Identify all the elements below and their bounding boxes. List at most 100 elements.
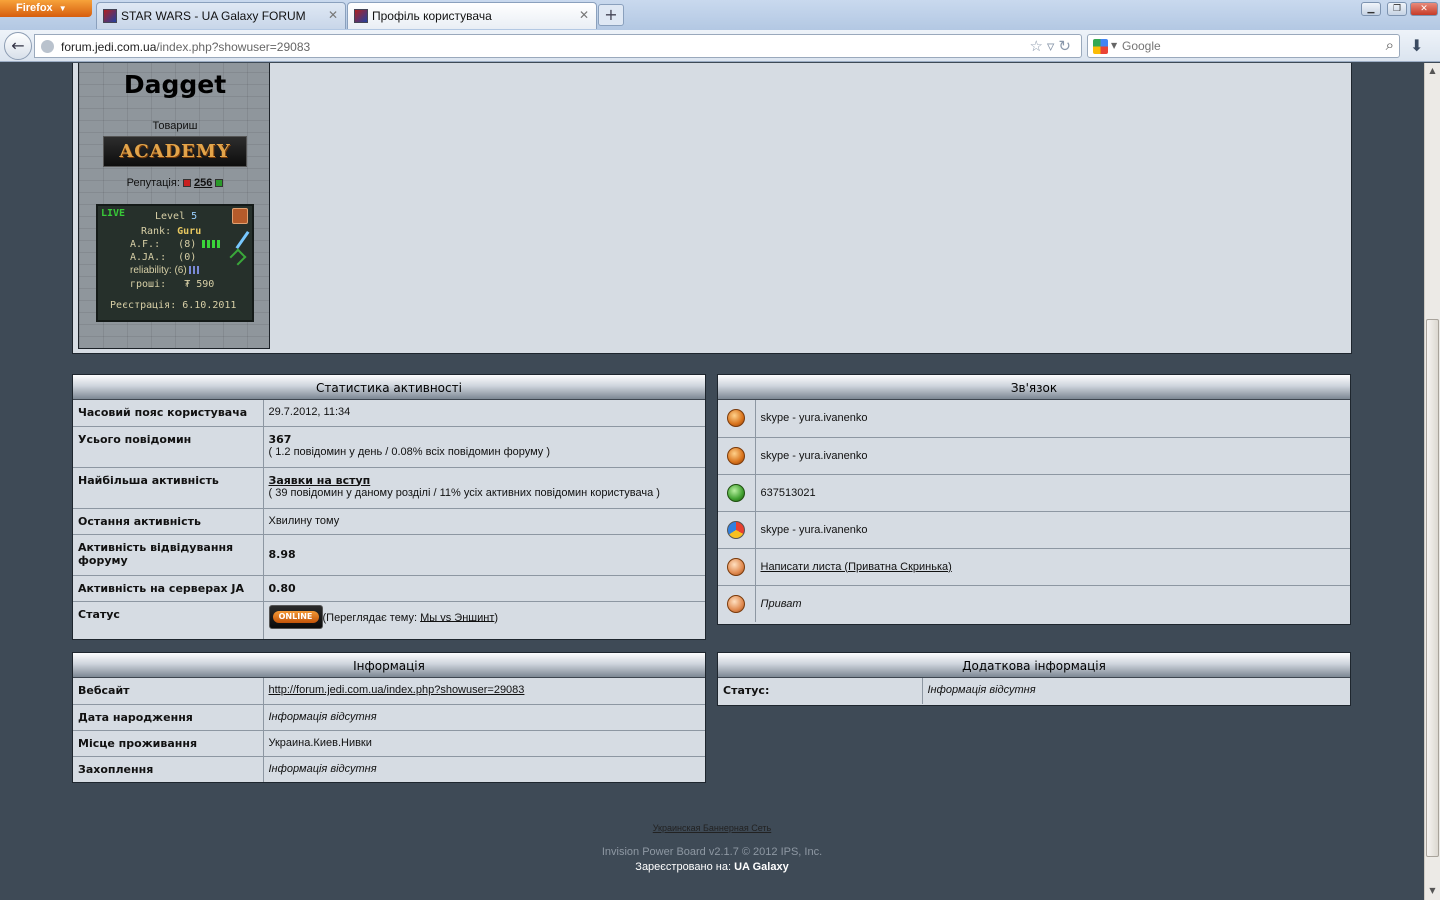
contact-aim-value: skype - yura.ivanenko [760,412,868,425]
posts-value: 367 [268,432,292,446]
chevron-down-icon[interactable]: ▼ [1111,41,1117,50]
information-title: Інформація [73,653,705,678]
tab-star-wars-forum[interactable]: STAR WARS - UA Galaxy FORUM ✕ [96,2,346,29]
reliability-row: reliability: (6) [130,265,288,276]
level-row: Level 5 [155,211,198,222]
af-bar [202,240,223,248]
birthday-value: Інформація відсутня [268,710,377,723]
activity-stats-table: Часовий пояс користувача 29.7.2012, 11:3… [73,400,705,639]
restore-button[interactable]: ❐ [1387,2,1407,16]
extra-info-title: Додаткова інформація [718,653,1350,678]
download-icon[interactable]: ⬇ [1410,36,1423,55]
status-suffix: ) [494,611,499,624]
timezone-label: Часовий пояс користувача [73,400,264,426]
table-row: Написати листа (Приватна Скринька) [718,547,1350,585]
extra-info-box: Додаткова інформація Статус: Інформація в… [717,652,1351,706]
firefox-menu-button[interactable]: Firefox ▼ [0,0,92,17]
visit-activity-value: 8.98 [263,533,705,575]
reputation: Репутація: 256 [79,177,271,189]
reputation-value[interactable]: 256 [194,177,212,189]
most-active-label: Найбільша активність [73,466,264,508]
mail-icon [727,557,746,576]
last-active-label: Остання активність [73,507,264,534]
search-input[interactable] [1122,38,1362,54]
close-tab-icon[interactable]: ✕ [328,8,338,22]
table-row: Активність на серверах JA 0.80 [73,574,705,601]
table-row: Приват [718,584,1350,622]
contact-box: Зв'язок skype - yura.ivanenko skype - yu… [717,374,1351,625]
visit-activity-label: Активність відвідування форуму [73,533,264,575]
scroll-down-icon[interactable]: ▼ [1425,883,1440,899]
table-row: Усього повідомин 367( 1.2 повідомин у де… [73,425,705,467]
hobby-value: Інформація відсутня [268,762,377,775]
viewing-topic-link[interactable]: Мы vs Эншинт [420,611,494,623]
extra-info-table: Статус: Інформація відсутня [718,678,1350,704]
reliability-bar [189,266,200,275]
website-link[interactable]: http://forum.jedi.com.ua/index.php?showu… [269,684,525,696]
extra-status-label: Статус: [718,678,923,704]
most-active-detail: ( 39 повідомин у даному розділі / 11% ус… [268,486,660,499]
most-active-forum-link[interactable]: Заявки на вступ [269,474,701,487]
reputation-plus-button[interactable] [215,179,224,188]
user-title: Товариш [152,120,198,132]
google-icon[interactable] [1093,39,1108,54]
table-row: skype - yura.ivanenko [718,436,1350,474]
search-bar[interactable]: ▼ ⌕ [1087,34,1400,58]
search-icon[interactable]: ⌕ [1386,36,1394,54]
icq-icon [727,483,746,502]
table-row: Статус: Інформація відсутня [718,678,1350,704]
firefox-menu-label: Firefox [16,2,53,14]
close-tab-icon[interactable]: ✕ [579,8,589,22]
close-window-button[interactable]: ✕ [1410,2,1438,16]
url-text: forum.jedi.com.ua/index.php?showuser=290… [61,40,311,54]
rank-row: Rank: Guru [141,226,202,237]
user-card: Dagget Товариш ACADEMY Репутація: 256 LI… [78,63,270,349]
scrollbar-thumb[interactable] [1426,319,1439,857]
back-button[interactable]: ← [4,32,32,60]
credits-icon: ₮ [184,279,191,290]
scroll-up-icon[interactable]: ▲ [1425,63,1440,79]
posts-label: Усього повідомин [73,425,264,467]
registered-on-text: Зареєстровано на: UA Galaxy [635,861,789,873]
send-message-link[interactable]: Написати листа (Приватна Скринька) [761,561,952,573]
new-tab-button[interactable]: + [598,4,624,26]
contact-pm-value: Приват [755,584,1350,622]
navigation-bar: ← forum.jedi.com.ua/index.php?showuser=2… [0,30,1440,62]
af-row: A.F.: (8) [130,239,288,250]
money-row: гроші: ₮ 590 [130,279,215,290]
page-viewport: Dagget Товариш ACADEMY Репутація: 256 LI… [0,63,1424,900]
posts-detail: ( 1.2 повідомин у день / 0.08% всіх пові… [268,445,551,458]
pm-icon [727,594,746,613]
reputation-minus-button[interactable] [182,179,191,188]
minimize-button[interactable]: ▁ [1361,2,1381,16]
vertical-scrollbar[interactable]: ▲ ▼ [1424,63,1440,900]
title-bar: Firefox ▼ STAR WARS - UA Galaxy FORUM ✕ П… [0,0,1440,30]
extra-status-value: Інформація відсутня [927,684,1036,696]
username: Dagget [123,70,227,99]
address-bar[interactable]: forum.jedi.com.ua/index.php?showuser=290… [34,34,1082,58]
ja-activity-label: Активність на серверах JA [73,574,264,601]
reputation-label: Репутація: [126,177,180,189]
table-row: Вебсайт http://forum.jedi.com.ua/index.ph… [73,678,705,704]
status-cell: ONLINE (Переглядає тему: Мы vs Эншинт) [263,600,705,639]
table-row: skype - yura.ivanenko [718,510,1350,548]
chevron-down-icon: ▼ [58,4,67,13]
tab-label: STAR WARS - UA Galaxy FORUM [121,9,306,23]
bookmark-star-icon[interactable]: ☆▿↻ [1029,37,1075,55]
activity-stats-box: Статистика активності Часовий пояс корис… [72,374,706,640]
activity-stats-title: Статистика активності [73,375,705,400]
gtalk-icon [727,520,746,539]
msn-icon [727,446,746,465]
live-label: LIVE [101,208,126,219]
location-label: Місце проживання [73,729,264,756]
contact-table: skype - yura.ivanenko skype - yura.ivane… [718,400,1350,622]
contact-gtalk-value: skype - yura.ivanenko [755,510,1350,548]
tab-user-profile[interactable]: Профіль користувача ✕ [347,2,597,29]
table-row: Остання активність Хвилину тому [73,507,705,534]
posts-cell: 367( 1.2 повідомин у день / 0.08% всіх п… [263,425,705,467]
powered-by-text: Invision Power Board v2.1.7 © 2012 IPS, … [601,846,823,858]
table-row: 637513021 [718,473,1350,511]
table-row: skype - yura.ivanenko [718,400,1350,437]
banner-network-link[interactable]: Украинская Баннерная Сеть [0,823,1424,833]
table-row: Часовий пояс користувача 29.7.2012, 11:3… [73,400,705,426]
